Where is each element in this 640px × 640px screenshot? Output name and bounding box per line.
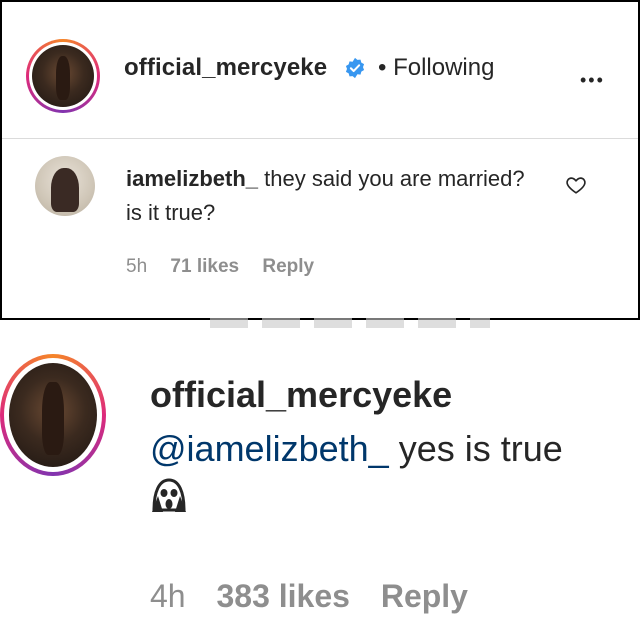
commenter-avatar[interactable] [35, 156, 95, 216]
screaming-face-emoji-icon [152, 478, 186, 512]
header-username[interactable]: official_mercyeke [124, 54, 327, 82]
comment-1-meta: 5h 71 likes Reply [126, 256, 332, 278]
comment-2-meta: 4h 383 likes Reply [150, 578, 490, 615]
comment-2-reply-button[interactable]: Reply [381, 578, 468, 614]
more-dots-icon[interactable]: ••• [580, 70, 605, 91]
comment-1-likes[interactable]: 71 likes [170, 256, 239, 277]
verified-badge-icon [345, 57, 365, 79]
post-header: official_mercyeke • Following ••• [2, 2, 638, 139]
following-button[interactable]: • Following [378, 54, 494, 82]
cropped-text-remnant [210, 318, 490, 328]
comment-1-time: 5h [126, 256, 148, 277]
comment-2-likes[interactable]: 383 likes [216, 578, 349, 614]
heart-icon[interactable] [565, 174, 587, 196]
comment-2-body: @iamelizbeth_ yes is true [150, 428, 563, 470]
reply-avatar[interactable] [0, 354, 106, 476]
comment-1-reply-button[interactable]: Reply [262, 256, 314, 277]
comment-2-time: 4h [150, 578, 186, 614]
comment-2-mention[interactable]: @iamelizbeth_ [150, 428, 389, 469]
top-screenshot-card: official_mercyeke • Following ••• iameli… [0, 0, 640, 320]
comment-2-username[interactable]: official_mercyeke [150, 374, 452, 416]
comment-1-username[interactable]: iamelizbeth_ [126, 166, 258, 191]
comment-2-text: yes is true [398, 428, 563, 469]
comment-1-body: iamelizbeth_ they said you are married? … [126, 162, 546, 230]
header-avatar[interactable] [26, 39, 100, 113]
